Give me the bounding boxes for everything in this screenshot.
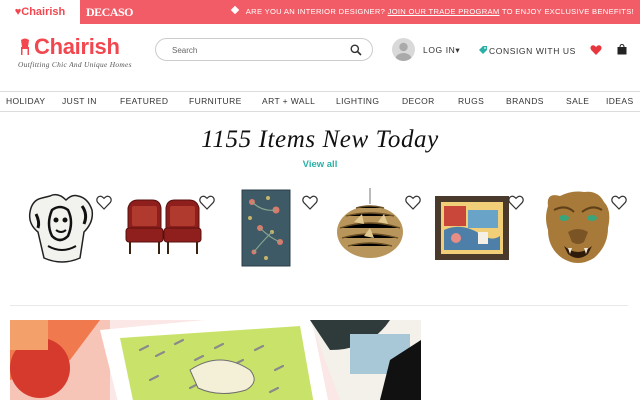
framed-painting-image [435,196,509,260]
hero-collage-image [10,320,421,400]
favorite-heart-icon[interactable] [405,195,421,210]
search-bar[interactable] [155,38,373,61]
tiger-head-image [546,191,610,263]
nav-item-decor[interactable]: DECOR [402,96,435,106]
bust-sculpture-image [28,193,94,263]
nav-item-just-in[interactable]: JUST IN [62,96,97,106]
promo-bar: ♥Chairish DECASO ARE YOU AN INTERIOR DES… [0,0,640,24]
decaso-site-link[interactable]: DECASO [86,0,134,24]
bag-icon[interactable] [617,44,627,55]
favorite-heart-icon[interactable] [611,195,627,210]
product-textile-panel[interactable] [240,188,336,268]
site-logo[interactable]: Chairish Outfitting Chic And Unique Home… [18,34,132,69]
search-icon[interactable] [350,44,362,56]
logo-text: Chairish [34,34,120,59]
section-divider [10,305,628,306]
textile-panel-image [241,189,291,267]
promo-suffix: TO ENJOY EXCLUSIVE BENEFITS! [501,7,634,16]
nav-item-sale[interactable]: SALE [566,96,589,106]
favorite-heart-icon[interactable] [302,195,318,210]
nav-item-ideas[interactable]: IDEAS [606,96,634,106]
search-input[interactable] [172,43,342,57]
nav-item-rugs[interactable]: RUGS [458,96,484,106]
logo-tagline: Outfitting Chic And Unique Homes [18,60,132,69]
trade-program-link[interactable]: JOIN OUR TRADE PROGRAM [388,7,500,16]
consign-label: CONSIGN WITH US [489,46,576,56]
chair-logo-icon [21,38,29,55]
consign-link[interactable]: CONSIGN WITH US [478,45,576,56]
avatar-icon[interactable] [392,38,415,61]
heart-icon[interactable] [590,44,602,56]
tag-icon [479,46,487,54]
chairish-site-link[interactable]: ♥Chairish [0,0,80,24]
nav-item-art-wall[interactable]: ART + WALL [262,96,315,106]
nav-item-featured[interactable]: FEATURED [120,96,168,106]
pendant-lamp-image [337,188,403,258]
trade-promo: ARE YOU AN INTERIOR DESIGNER? JOIN OUR T… [230,0,634,24]
promo-prefix: ARE YOU AN INTERIOR DESIGNER? [245,7,386,16]
nav-item-brands[interactable]: BRANDS [506,96,544,106]
view-all-link[interactable]: View all [0,159,640,170]
favorite-heart-icon[interactable] [508,195,524,210]
favorite-heart-icon[interactable] [199,195,215,210]
nav-item-holiday[interactable]: HOLIDAY [6,96,46,106]
new-items-headline: 1155 Items New Today [201,126,439,153]
nav-item-lighting[interactable]: LIGHTING [336,96,379,106]
favorite-heart-icon[interactable] [96,195,112,210]
hero-banner[interactable] [10,320,421,400]
diamond-icon [230,5,240,15]
category-nav: HOLIDAY JUST IN FEATURED FURNITURE ART +… [0,91,640,112]
login-menu[interactable]: LOG IN▾ [423,45,460,56]
red-chairs-image [125,199,202,254]
nav-item-furniture[interactable]: FURNITURE [189,96,242,106]
